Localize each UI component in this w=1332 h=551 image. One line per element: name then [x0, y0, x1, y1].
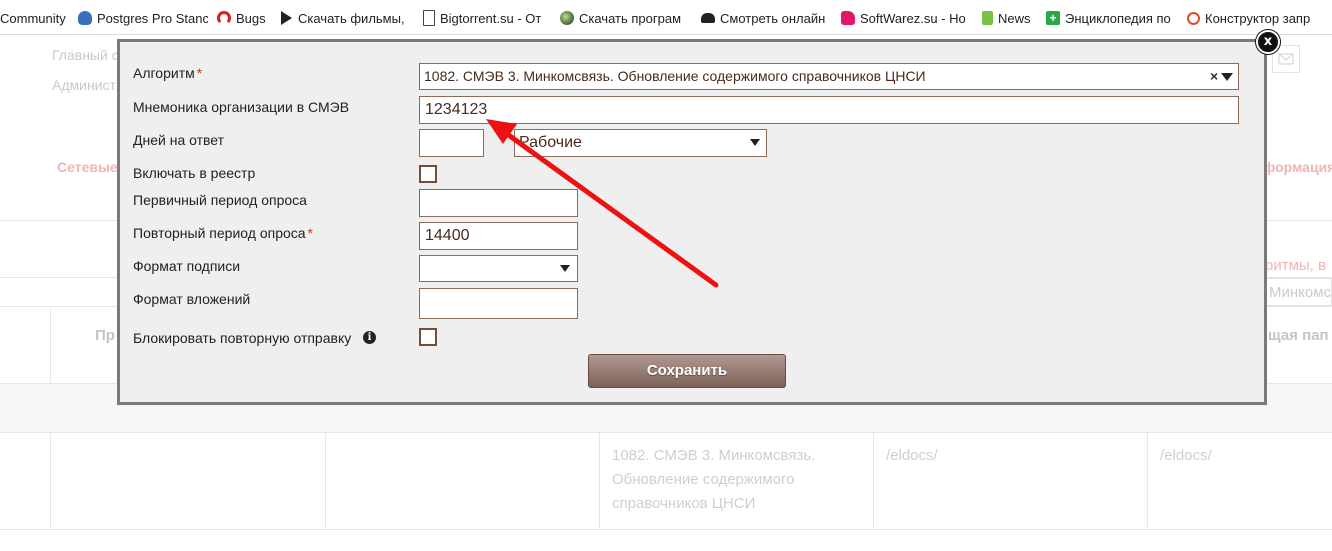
- constructor-icon: [1187, 11, 1200, 25]
- filter-input[interactable]: Минкомс: [1262, 278, 1332, 306]
- bookmark-label: Bugs: [236, 10, 266, 26]
- primary-period-label: Первичный период опроса: [133, 192, 307, 208]
- days-type-select[interactable]: Рабочие: [514, 129, 767, 157]
- divider: [0, 432, 1332, 433]
- column-divider: [873, 433, 874, 529]
- bookmark-bugs[interactable]: Bugs: [217, 9, 272, 27]
- bookmark-label: Скачать програм: [579, 10, 682, 26]
- required-mark: *: [196, 65, 203, 81]
- bookmark-programs[interactable]: Скачать програм: [560, 9, 688, 27]
- signature-format-label: Формат подписи: [133, 258, 241, 274]
- news-icon: [982, 11, 993, 25]
- repeat-period-input[interactable]: 14400: [419, 222, 578, 250]
- repeat-period-value: 14400: [425, 227, 470, 244]
- pink-tag-icon: [841, 11, 855, 25]
- attachments-format-input[interactable]: [419, 288, 578, 319]
- column-divider: [50, 309, 51, 383]
- algorithm-label-text: Алгоритм: [133, 65, 195, 81]
- elephant-icon: [78, 11, 92, 25]
- cell-algorithm: 1082. СМЭВ 3. Минкомсвязь. Обновление со…: [612, 447, 816, 512]
- bookmark-constructor[interactable]: Конструктор запр: [1187, 9, 1332, 27]
- bookmark-label: Postgres Pro Stanc: [97, 10, 208, 26]
- column-divider: [599, 433, 600, 529]
- bookmark-label: Конструктор запр: [1205, 10, 1311, 26]
- bookmark-label: News: [998, 10, 1031, 26]
- bookmark-watch-online[interactable]: Смотреть онлайн: [701, 9, 829, 27]
- play-icon: [281, 11, 292, 25]
- bookmark-news[interactable]: News: [982, 9, 1037, 27]
- registry-label: Включать в реестр: [133, 165, 256, 181]
- bug-gauge-icon: [217, 11, 231, 25]
- primary-period-input[interactable]: [419, 189, 578, 217]
- save-button[interactable]: Сохранить: [588, 354, 786, 388]
- clear-selection-icon[interactable]: ×: [1210, 64, 1218, 89]
- algorithm-settings-dialog: Алгоритм * 1082. СМЭВ 3. Минкомсвязь. Обн…: [117, 39, 1267, 405]
- nav-main-link[interactable]: Главный с: [52, 47, 119, 63]
- cell-path: /eldocs/: [886, 447, 938, 464]
- block-resend-checkbox[interactable]: [419, 328, 437, 346]
- chevron-down-icon: [560, 265, 570, 272]
- mnemonic-input[interactable]: 1234123: [419, 96, 1239, 124]
- algorithm-select[interactable]: 1082. СМЭВ 3. Минкомсвязь. Обновление со…: [419, 63, 1239, 90]
- bookmark-postgres[interactable]: Postgres Pro Stanc: [78, 9, 208, 27]
- nav-admin-link[interactable]: Админист: [52, 77, 116, 93]
- cell-path: /eldocs/: [1160, 447, 1212, 464]
- info-icon[interactable]: i: [363, 331, 376, 344]
- bookmark-label: SoftWarez.su - Но: [860, 10, 966, 26]
- column-divider: [50, 433, 51, 529]
- bookmark-softwarez[interactable]: SoftWarez.su - Но: [841, 9, 971, 27]
- close-icon[interactable]: x: [1256, 30, 1280, 54]
- days-type-value: Рабочие: [519, 134, 582, 151]
- header-algorithms: ритмы, в: [1265, 257, 1326, 274]
- bookmark-label: Энциклопедия по: [1065, 10, 1171, 26]
- divider: [0, 529, 1332, 530]
- bookmark-label: Смотреть онлайн: [720, 10, 826, 26]
- bookmark-label: Community: [0, 10, 66, 26]
- globe-icon: [560, 11, 574, 25]
- algorithm-value: 1082. СМЭВ 3. Минкомсвязь. Обновление со…: [424, 68, 926, 84]
- bookmark-label: Скачать фильмы,: [298, 10, 405, 26]
- bookmark-encyclopedia[interactable]: + Энциклопедия по: [1046, 9, 1174, 27]
- chevron-down-icon: [1221, 73, 1233, 81]
- algorithm-label: Алгоритм *: [133, 65, 202, 81]
- plus-book-icon: +: [1046, 11, 1060, 25]
- repeat-period-label-text: Повторный период опроса: [133, 225, 306, 241]
- filter-value: Минкомс: [1269, 284, 1332, 301]
- bookmark-bigtorrent[interactable]: Bigtorrent.su - От: [423, 9, 548, 27]
- bookmarks-bar: Community Postgres Pro Stanc Bugs Скачат…: [0, 0, 1332, 35]
- signature-format-select[interactable]: [419, 255, 578, 282]
- repeat-period-label: Повторный период опроса *: [133, 225, 313, 241]
- registry-checkbox[interactable]: [419, 165, 437, 183]
- days-input[interactable]: [419, 129, 484, 157]
- spy-icon: [701, 13, 715, 23]
- bookmark-label: Bigtorrent.su - От: [440, 10, 542, 26]
- mnemonic-label: Мнемоника организации в СМЭВ: [133, 99, 350, 115]
- bookmark-films[interactable]: Скачать фильмы,: [281, 9, 408, 27]
- tab-info[interactable]: формация: [1263, 159, 1332, 175]
- column-divider: [1147, 433, 1148, 529]
- page-icon: [423, 10, 435, 26]
- mnemonic-value: 1234123: [425, 101, 488, 118]
- attachments-format-label: Формат вложений: [133, 291, 251, 307]
- column-header: Пр: [95, 327, 115, 344]
- required-mark: *: [307, 225, 313, 241]
- days-label: Дней на ответ: [133, 132, 225, 148]
- bookmark-community[interactable]: Community: [0, 9, 68, 27]
- block-resend-label: Блокировать повторную отправку: [133, 330, 352, 346]
- column-header: щая пап: [1268, 327, 1329, 344]
- chevron-down-icon: [750, 139, 760, 146]
- column-divider: [325, 433, 326, 529]
